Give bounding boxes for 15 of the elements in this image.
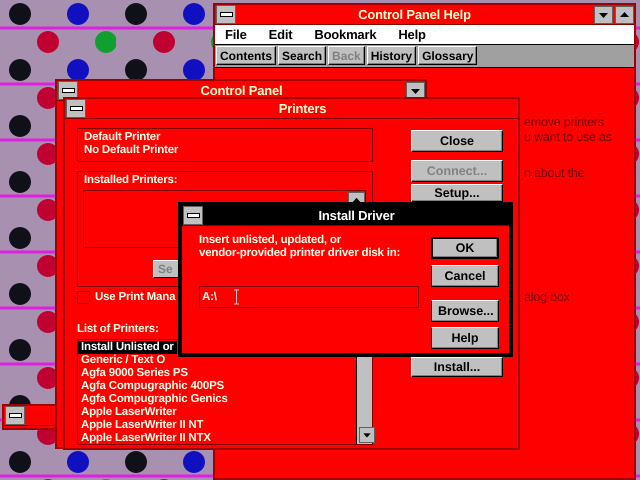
window-title: Control Panel bbox=[200, 83, 284, 98]
window-title: Control Panel Help bbox=[357, 7, 472, 22]
list-label: List of Printers: bbox=[77, 323, 160, 336]
help-text: alog box bbox=[524, 290, 570, 304]
group-label: Installed Printers: bbox=[84, 174, 178, 187]
default-printer-value: No Default Printer bbox=[84, 144, 180, 157]
help-text: emove printers bbox=[524, 115, 604, 129]
prompt-text: vendor-provided printer driver disk in: bbox=[199, 247, 402, 260]
help-text: u want to use as bbox=[524, 130, 612, 144]
checkbox-label: Use Print Mana bbox=[95, 291, 176, 304]
group-label: Default Printer bbox=[84, 131, 162, 144]
window-title: Printers bbox=[278, 101, 328, 116]
window-title: Install Driver bbox=[318, 208, 396, 223]
help-text: n about the bbox=[524, 166, 584, 180]
prompt-text: Insert unlisted, updated, or bbox=[199, 234, 342, 247]
